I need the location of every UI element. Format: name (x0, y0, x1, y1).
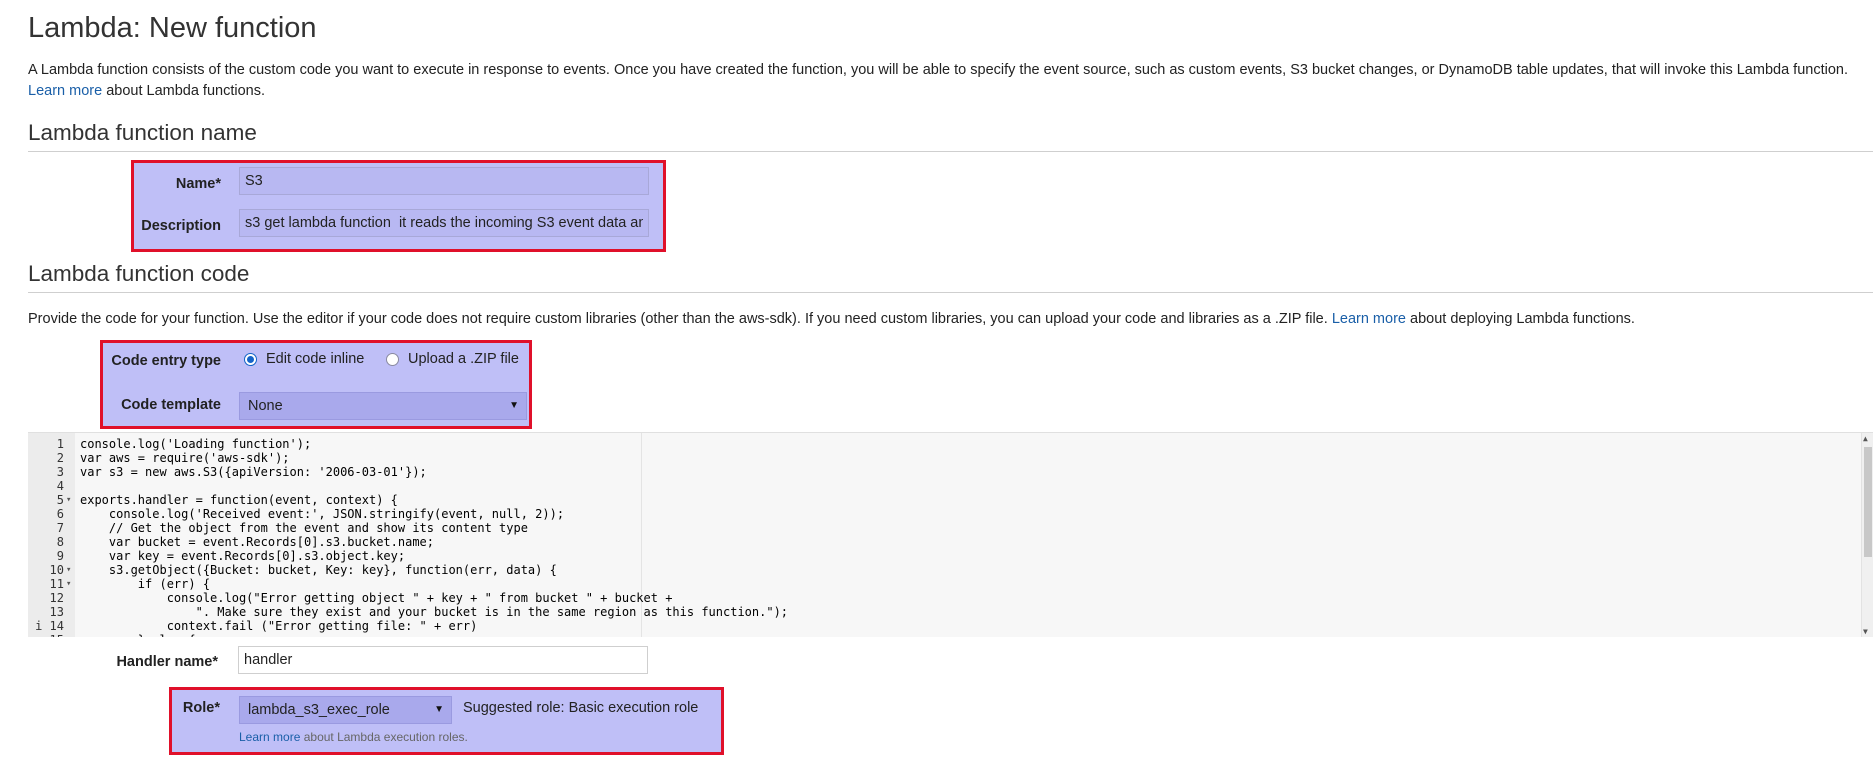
line-number: 10 (49, 563, 64, 577)
line-number: 1 (56, 437, 64, 451)
code-text: s3.getObject({Bucket: bucket, Key: key},… (80, 563, 557, 577)
line-number: 13 (49, 605, 64, 619)
section-divider (28, 151, 1873, 152)
line-number: i 14 (35, 619, 64, 633)
role-value: lambda_s3_exec_role (248, 702, 390, 718)
line-number: 9 (56, 549, 64, 563)
role-learn-more-link[interactable]: Learn more (239, 730, 300, 744)
code-text: console.log("Error getting object " + ke… (80, 591, 673, 605)
option-edit-inline-label: Edit code inline (266, 351, 365, 367)
code-learn-more-link[interactable]: Learn more (1332, 311, 1406, 327)
role-label: Role* (182, 700, 220, 716)
code-text: exports.handler = function(event, contex… (80, 493, 398, 507)
section-divider (28, 292, 1873, 293)
section-title-function-name: Lambda function name (28, 120, 257, 145)
code-template-value: None (248, 398, 283, 414)
fold-toggle-icon[interactable]: ▾ (66, 563, 71, 577)
option-upload-zip-label: Upload a .ZIP file (408, 351, 519, 367)
line-number: 15 (28, 633, 64, 637)
line-number: 6 (56, 507, 64, 521)
option-upload-zip[interactable]: Upload a .ZIP file (386, 351, 519, 367)
fold-toggle-icon[interactable]: ▾ (66, 633, 71, 637)
scroll-down-icon[interactable]: ▼ (1863, 627, 1868, 636)
handler-input[interactable] (238, 646, 648, 674)
role-help-text: Learn more about Lambda execution roles. (239, 730, 468, 744)
code-text: console.log('Received event:', JSON.stri… (80, 507, 565, 521)
description-label: Description (141, 218, 221, 234)
function-name-panel: Name* Description (131, 160, 666, 252)
code-text: // Get the object from the event and sho… (80, 521, 528, 535)
line-number: 8 (56, 535, 64, 549)
code-help-tail: about deploying Lambda functions. (1410, 311, 1635, 327)
code-template-label: Code template (121, 397, 221, 413)
code-help-body: Provide the code for your function. Use … (28, 311, 1328, 327)
role-select[interactable]: lambda_s3_exec_role ▼ (239, 696, 452, 724)
intro-learn-more-link[interactable]: Learn more (28, 83, 102, 99)
chevron-down-icon: ▼ (509, 400, 519, 411)
line-number: 5 (56, 493, 64, 507)
page-title: Lambda: New function (28, 12, 317, 44)
name-label: Name* (175, 176, 221, 192)
name-input[interactable] (239, 167, 649, 195)
chevron-down-icon: ▼ (434, 704, 444, 715)
line-number: 3 (56, 465, 64, 479)
code-text: var s3 = new aws.S3({apiVersion: '2006-0… (80, 465, 427, 479)
code-text: var bucket = event.Records[0].s3.bucket.… (80, 535, 435, 549)
code-template-select[interactable]: None ▼ (239, 392, 527, 420)
fold-toggle-icon[interactable]: ▾ (66, 493, 71, 507)
code-text: context.fail ("Error getting file: " + e… (80, 619, 478, 633)
fold-toggle-icon[interactable]: ▾ (66, 577, 71, 591)
editor-scroll-thumb[interactable] (1864, 447, 1872, 557)
code-text: } else { (80, 633, 196, 637)
line-number: 2 (56, 451, 64, 465)
suggested-role-text: Suggested role: Basic execution role (463, 700, 699, 716)
editor-scrollbar[interactable]: ▲ ▼ (1861, 433, 1873, 637)
role-help-tail: about Lambda execution roles. (303, 730, 468, 744)
intro-body: A Lambda function consists of the custom… (28, 62, 1848, 78)
code-entry-panel: Code entry type Edit code inline Upload … (100, 340, 532, 429)
section-title-function-code: Lambda function code (28, 261, 250, 286)
code-entry-type-label: Code entry type (111, 353, 221, 369)
line-number: 4 (56, 479, 64, 493)
role-panel: Role* lambda_s3_exec_role ▼ Suggested ro… (169, 687, 724, 755)
line-number: 7 (56, 521, 64, 535)
scroll-up-icon[interactable]: ▲ (1863, 434, 1868, 443)
handler-label: Handler name* (116, 654, 218, 670)
code-text: if (err) { (80, 577, 211, 591)
line-number: 12 (49, 591, 64, 605)
code-help-text: Provide the code for your function. Use … (28, 309, 1868, 330)
option-edit-inline[interactable]: Edit code inline (244, 351, 364, 367)
line-number: 11 (49, 577, 64, 591)
intro-text: A Lambda function consists of the custom… (28, 60, 1868, 102)
code-text: var key = event.Records[0].s3.object.key… (80, 549, 406, 563)
code-text: console.log('Loading function'); (80, 437, 312, 451)
radio-upload-zip[interactable] (386, 352, 399, 366)
description-input[interactable] (239, 209, 649, 237)
code-editor[interactable]: 1 console.log('Loading function'); 2 var aw… (28, 432, 1873, 637)
radio-edit-inline[interactable] (244, 352, 257, 366)
intro-tail: about Lambda functions. (106, 83, 265, 99)
code-text: var aws = require('aws-sdk'); (80, 451, 290, 465)
code-text: ". Make sure they exist and your bucket … (80, 605, 789, 619)
